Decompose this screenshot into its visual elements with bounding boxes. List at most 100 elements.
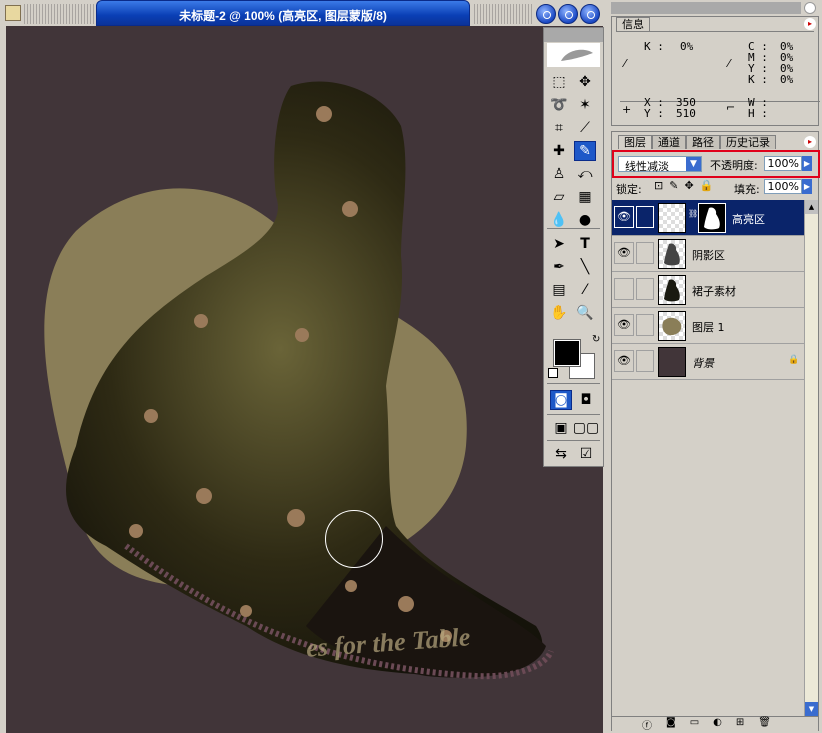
- move-tool-icon[interactable]: ✥: [574, 72, 596, 92]
- layers-scrollbar[interactable]: ▲ ▼: [804, 200, 818, 716]
- layer-name[interactable]: 裙子素材: [692, 283, 736, 299]
- imageready-icon[interactable]: ⇆: [550, 444, 572, 464]
- titlebar-grip-left: [22, 4, 94, 24]
- layer-mask-thumbnail[interactable]: [698, 203, 726, 233]
- document-titlebar[interactable]: 未标题-2 @ 100% (高亮区, 图层蒙版/8): [96, 0, 470, 26]
- chevron-down-icon[interactable]: ▼: [686, 157, 701, 171]
- link-cell[interactable]: [636, 314, 654, 336]
- lasso-tool-icon[interactable]: ➰: [548, 95, 570, 115]
- brush-tool-icon[interactable]: ✎: [574, 141, 596, 161]
- layer-thumbnail[interactable]: [658, 239, 686, 269]
- add-mask-icon[interactable]: ◙: [666, 717, 676, 732]
- lock-all-icon[interactable]: 🔒: [700, 179, 714, 192]
- quick-mask-icon[interactable]: ◘: [575, 390, 597, 410]
- fill-field[interactable]: 100%: [764, 179, 802, 194]
- pen-tool-icon[interactable]: ✒: [548, 257, 570, 277]
- info-menu-arrow-icon[interactable]: ▸: [804, 18, 816, 30]
- screen-mode-full-icon[interactable]: ▢▢: [573, 418, 599, 438]
- opacity-slider-arrow-icon[interactable]: ▶: [802, 156, 812, 171]
- fill-label: 填充:: [734, 183, 760, 196]
- layer-thumbnail[interactable]: [658, 203, 686, 233]
- titlebar-grip-right: [472, 4, 532, 24]
- selection-size-icon: ⌐: [726, 101, 736, 114]
- info-close-button[interactable]: [804, 2, 816, 14]
- tab-layers[interactable]: 图层: [618, 135, 652, 149]
- default-colors-icon[interactable]: [548, 368, 558, 378]
- layer-row-background[interactable]: 👁 背景 🔒: [612, 344, 804, 380]
- link-cell[interactable]: [636, 242, 654, 264]
- history-brush-icon[interactable]: ⤺: [574, 164, 596, 184]
- layer-row-shadow[interactable]: 👁 阴影区: [612, 236, 804, 272]
- link-cell[interactable]: [636, 278, 654, 300]
- layer-name[interactable]: 图层 1: [692, 319, 725, 335]
- fill-slider-arrow-icon[interactable]: ▶: [802, 179, 812, 194]
- layer-style-icon[interactable]: ⓕ: [642, 717, 652, 732]
- layer-row-dress-source[interactable]: 裙子素材: [612, 272, 804, 308]
- zoom-tool-icon[interactable]: 🔍: [574, 303, 596, 323]
- eraser-tool-icon[interactable]: ▱: [548, 187, 570, 207]
- info-palette-header[interactable]: [611, 2, 801, 14]
- link-cell[interactable]: [636, 350, 654, 372]
- tab-history[interactable]: 历史记录: [720, 135, 776, 149]
- layer-mask-indicator-icon[interactable]: [636, 206, 654, 228]
- foreground-color-swatch[interactable]: [553, 339, 581, 367]
- layer-name[interactable]: 高亮区: [732, 211, 765, 227]
- new-set-icon[interactable]: ▭: [690, 717, 699, 732]
- screen-mode-standard-icon[interactable]: ▣: [550, 418, 572, 438]
- scroll-down-icon[interactable]: ▼: [805, 702, 818, 716]
- dodge-tool-icon[interactable]: ●: [574, 210, 596, 230]
- tab-channels[interactable]: 通道: [652, 135, 686, 149]
- layer-name[interactable]: 阴影区: [692, 247, 725, 263]
- jump-to-icon[interactable]: ☑: [575, 444, 597, 464]
- hand-tool-icon[interactable]: ✋: [548, 303, 570, 323]
- marquee-tool-icon[interactable]: ⬚: [548, 72, 570, 92]
- info-k-label: K :: [644, 40, 664, 53]
- eye-icon[interactable]: 👁: [614, 350, 634, 372]
- standard-mode-icon[interactable]: ◙: [550, 390, 572, 410]
- notes-tool-icon[interactable]: ▤: [548, 280, 570, 300]
- swap-colors-icon[interactable]: ↻: [592, 334, 600, 345]
- magic-wand-icon[interactable]: ✶: [574, 95, 596, 115]
- lock-image-icon[interactable]: ✎: [669, 179, 678, 192]
- trash-icon[interactable]: 🗑: [758, 717, 771, 732]
- info-k-value: 0%: [680, 40, 694, 53]
- layer-name[interactable]: 背景: [692, 355, 714, 371]
- minimize-button[interactable]: [536, 4, 556, 24]
- layer-thumbnail[interactable]: [658, 347, 686, 377]
- gradient-tool-icon[interactable]: ▦: [574, 187, 596, 207]
- eye-icon[interactable]: 👁: [614, 206, 634, 228]
- blend-mode-select[interactable]: 线性减淡 ▼: [618, 156, 702, 173]
- maximize-button[interactable]: [558, 4, 578, 24]
- lock-transparency-icon[interactable]: ⊡: [654, 179, 663, 192]
- chain-link-icon[interactable]: ⛓: [688, 209, 698, 218]
- lock-position-icon[interactable]: ✥: [684, 179, 693, 192]
- path-select-icon[interactable]: ➤: [548, 234, 570, 254]
- new-layer-icon[interactable]: ⊞: [736, 717, 744, 732]
- tab-paths[interactable]: 路径: [686, 135, 720, 149]
- eye-icon[interactable]: 👁: [614, 314, 634, 336]
- line-tool-icon[interactable]: ╲: [574, 257, 596, 277]
- layer-thumbnail[interactable]: [658, 311, 686, 341]
- tab-info[interactable]: 信息: [616, 17, 650, 31]
- toolbox-header[interactable]: [544, 28, 603, 42]
- layer-row-layer-1[interactable]: 👁 图层 1: [612, 308, 804, 344]
- clone-stamp-icon[interactable]: ♙: [548, 164, 570, 184]
- document-icon: [5, 5, 21, 21]
- scroll-up-icon[interactable]: ▲: [805, 200, 818, 214]
- layer-thumbnail[interactable]: [658, 275, 686, 305]
- close-button[interactable]: [580, 4, 600, 24]
- eye-icon[interactable]: 👁: [614, 242, 634, 264]
- slice-tool-icon[interactable]: ⟋: [574, 118, 596, 138]
- layer-row-highlight[interactable]: 👁 ⛓ 高亮区: [612, 200, 804, 236]
- crop-tool-icon[interactable]: ⌗: [548, 118, 570, 138]
- layers-menu-arrow-icon[interactable]: ▸: [804, 136, 816, 148]
- type-tool-icon[interactable]: T: [574, 234, 596, 254]
- image-canvas[interactable]: es for the Table: [6, 26, 603, 733]
- blur-tool-icon[interactable]: 💧: [548, 210, 570, 230]
- eye-icon-hidden[interactable]: [614, 278, 634, 300]
- adjustment-layer-icon[interactable]: ◐: [713, 717, 722, 732]
- opacity-field[interactable]: 100%: [764, 156, 802, 171]
- photoshop-logo[interactable]: [547, 43, 600, 67]
- eyedropper-icon[interactable]: ⁄: [574, 280, 596, 300]
- healing-brush-icon[interactable]: ✚: [548, 141, 570, 161]
